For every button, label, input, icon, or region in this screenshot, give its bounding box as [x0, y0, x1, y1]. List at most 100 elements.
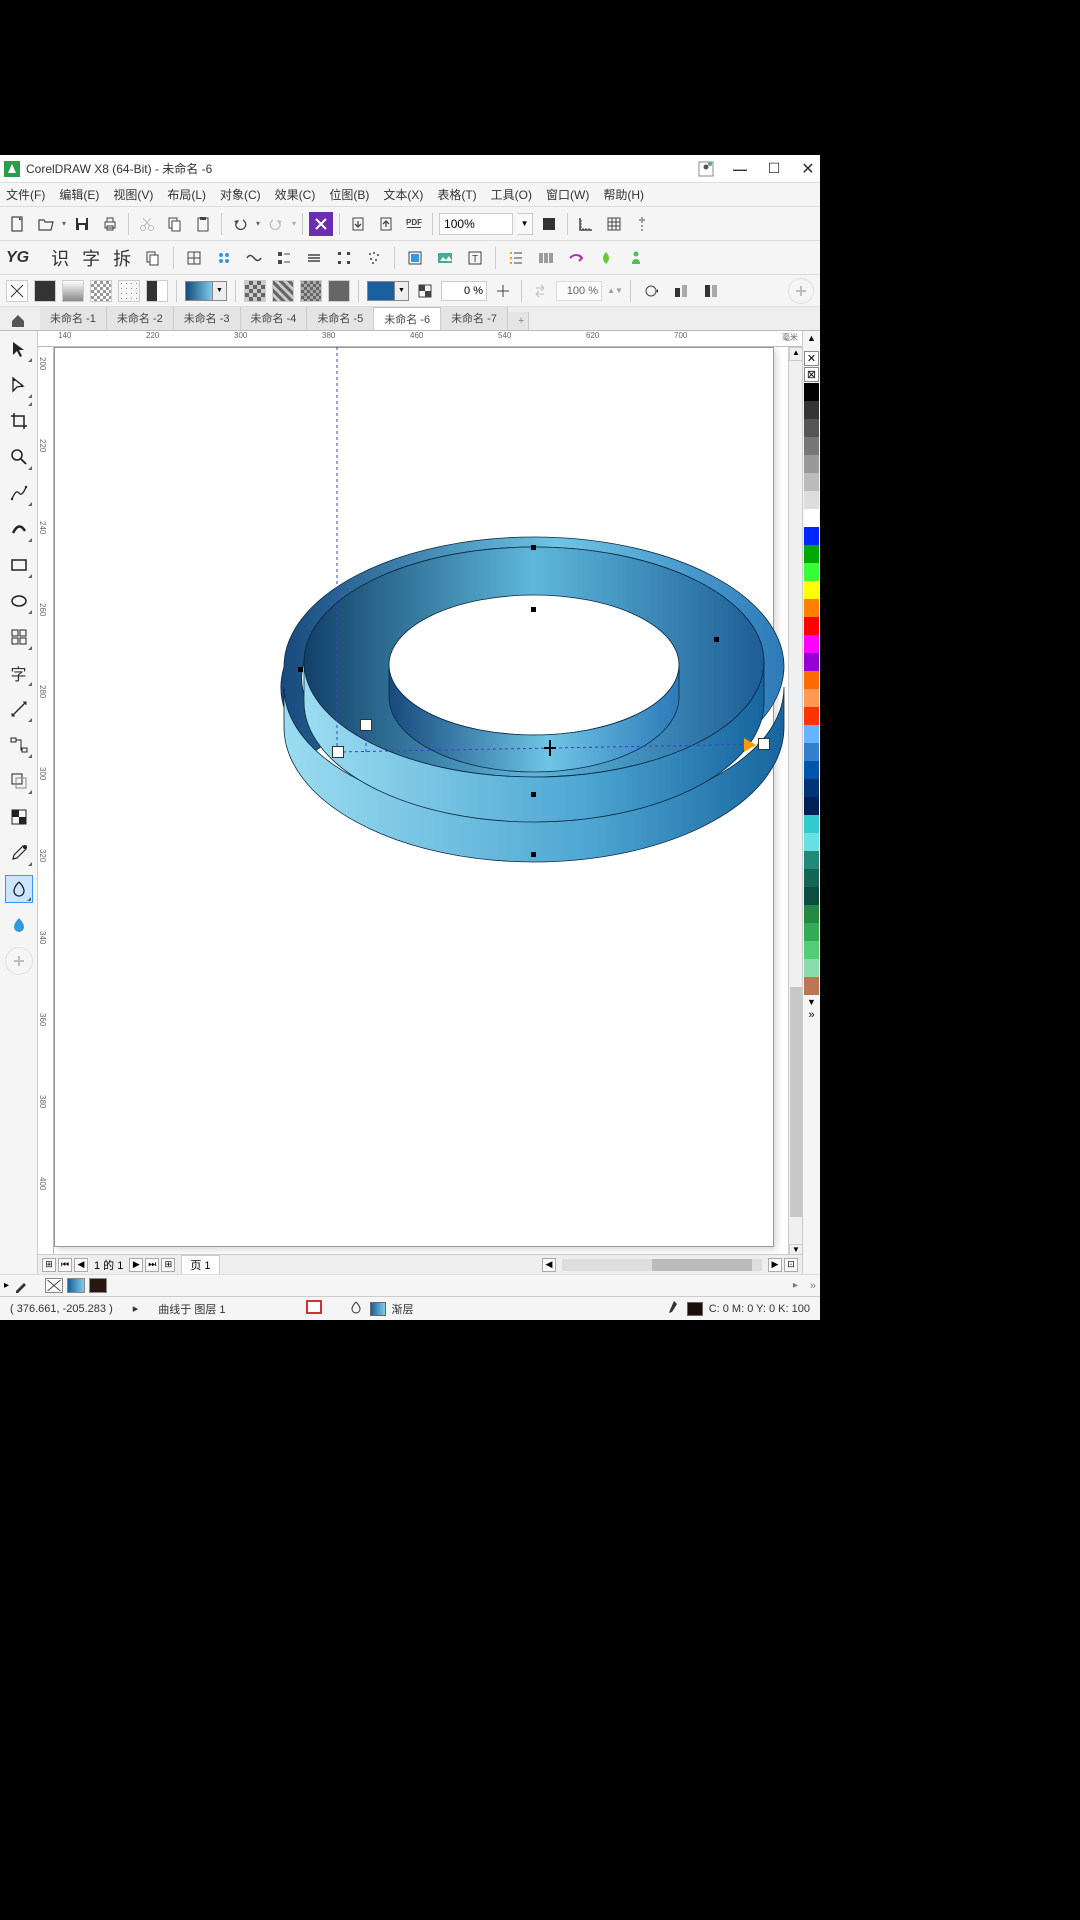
save-icon[interactable] [70, 212, 94, 236]
swatch-21[interactable] [804, 761, 819, 779]
swatch-0[interactable] [804, 383, 819, 401]
home-tab-icon[interactable] [8, 312, 28, 330]
vertical-scrollbar[interactable]: ▲ ▼ [788, 347, 802, 1258]
polygon-tool-icon[interactable] [5, 623, 33, 651]
page-add-after-icon[interactable]: ⊞ [161, 1258, 175, 1272]
smart-fill-tool-icon[interactable] [5, 911, 33, 939]
transparency-value[interactable]: 0 % [441, 281, 487, 301]
add-preset-icon[interactable] [788, 278, 814, 304]
swatch-10[interactable] [804, 563, 819, 581]
hscroll-right-icon[interactable]: ▶ [768, 1258, 782, 1272]
zoom-level-input[interactable]: 100% [439, 213, 513, 235]
undo-icon[interactable] [228, 212, 252, 236]
text-tool-icon[interactable]: 字 [5, 659, 33, 687]
menu-0[interactable]: 文件(F) [6, 186, 45, 203]
artistic-media-tool-icon[interactable] [5, 515, 33, 543]
plugin-arrow-icon[interactable] [564, 246, 588, 270]
row-more-icon[interactable]: » [810, 1280, 816, 1292]
plugin-leaf-icon[interactable] [594, 246, 618, 270]
redo-icon[interactable] [264, 212, 288, 236]
swatch-28[interactable] [804, 887, 819, 905]
doc-tab-1[interactable]: 未命名 -2 [107, 307, 174, 330]
postscript-fill-icon[interactable] [146, 280, 168, 302]
swatch-20[interactable] [804, 743, 819, 761]
edit-fill-pen-icon[interactable] [13, 1274, 29, 1298]
ruler-vertical[interactable]: 200220240260280300320340360380400 [38, 347, 54, 1274]
fill-bucket-icon[interactable] [348, 1300, 364, 1317]
palette-flyout-icon[interactable]: » [808, 1009, 814, 1021]
new-tab-button[interactable]: + [508, 312, 529, 330]
reverse-icon[interactable] [530, 279, 550, 303]
fountain-type1-icon[interactable] [244, 280, 266, 302]
fountain-type4-icon[interactable] [328, 280, 350, 302]
swatch-3[interactable] [804, 437, 819, 455]
maximize-icon[interactable]: ☐ [766, 161, 782, 177]
swatch-12[interactable] [804, 599, 819, 617]
swatch-15[interactable] [804, 653, 819, 671]
grid-icon[interactable] [602, 212, 626, 236]
swatch-5[interactable] [804, 473, 819, 491]
page-last-icon[interactable]: ⏭ [145, 1258, 159, 1272]
page-next-icon[interactable]: ▶ [129, 1258, 143, 1272]
swatch-22[interactable] [804, 779, 819, 797]
outline-indicator[interactable] [89, 1278, 107, 1293]
rectangle-tool-icon[interactable] [5, 551, 33, 579]
navigator-popup-icon[interactable]: ⊡ [784, 1258, 798, 1272]
swatch-18[interactable] [804, 707, 819, 725]
eyedropper-tool-icon[interactable] [5, 839, 33, 867]
row-arrow-icon[interactable]: ▸ [4, 1280, 9, 1291]
swatch-14[interactable] [804, 635, 819, 653]
zoom-dropdown-icon[interactable]: ▼ [517, 213, 533, 235]
hscroll-left-icon[interactable]: ◀ [542, 1258, 556, 1272]
swatch-32[interactable] [804, 959, 819, 977]
plugin-page-icon[interactable] [403, 246, 427, 270]
plugin-text-icon[interactable]: T [463, 246, 487, 270]
plugin-spray-icon[interactable] [362, 246, 386, 270]
page-tab[interactable]: 页 1 [181, 1255, 219, 1275]
publish-pdf-icon[interactable]: PDF [402, 212, 426, 236]
swatch-11[interactable] [804, 581, 819, 599]
new-icon[interactable] [6, 212, 30, 236]
menu-4[interactable]: 对象(C) [220, 186, 261, 203]
gradient-mid-handle[interactable] [360, 719, 372, 731]
menu-6[interactable]: 位图(B) [329, 186, 369, 203]
pick-tool-icon[interactable] [5, 335, 33, 363]
copy-icon[interactable] [163, 212, 187, 236]
swatch-16[interactable] [804, 671, 819, 689]
menu-1[interactable]: 编辑(E) [59, 186, 99, 203]
plugin-wave-icon[interactable] [242, 246, 266, 270]
print-icon[interactable] [98, 212, 122, 236]
horizontal-scrollbar[interactable] [562, 1259, 762, 1271]
swatch-30[interactable] [804, 923, 819, 941]
plugin-pattern-icon[interactable] [212, 246, 236, 270]
palette-scroll-down-icon[interactable]: ▼ [807, 997, 816, 1007]
swatch-7[interactable] [804, 509, 819, 527]
swatch-4[interactable] [804, 455, 819, 473]
node-position-icon[interactable] [493, 279, 513, 303]
uniform-fill-icon[interactable] [34, 280, 56, 302]
row-next-icon[interactable]: ▸ [793, 1280, 798, 1291]
gradient-end-handle[interactable] [758, 738, 770, 750]
swatch-8[interactable] [804, 527, 819, 545]
doc-tab-4[interactable]: 未命名 -5 [307, 307, 374, 330]
doc-tab-2[interactable]: 未命名 -3 [174, 307, 241, 330]
menu-3[interactable]: 布局(L) [167, 186, 206, 203]
connector-tool-icon[interactable] [5, 731, 33, 759]
transparency-icon[interactable] [415, 279, 435, 303]
guidelines-icon[interactable] [630, 212, 654, 236]
cut-icon[interactable] [135, 212, 159, 236]
parallel-dimension-tool-icon[interactable] [5, 695, 33, 723]
smooth-icon[interactable] [699, 279, 723, 303]
plugin-distribute-icon[interactable] [332, 246, 356, 270]
plugin-person-icon[interactable] [624, 246, 648, 270]
page-first-icon[interactable]: ⏮ [58, 1258, 72, 1272]
swatch-27[interactable] [804, 869, 819, 887]
node-color-picker[interactable]: ▼ [367, 281, 409, 301]
swatch-19[interactable] [804, 725, 819, 743]
page-add-before-icon[interactable]: ⊞ [42, 1258, 56, 1272]
fill-gradient-indicator[interactable] [67, 1278, 85, 1293]
menu-7[interactable]: 文本(X) [383, 186, 423, 203]
drawing-canvas[interactable] [54, 347, 788, 1258]
drop-shadow-tool-icon[interactable] [5, 767, 33, 795]
swatch-23[interactable] [804, 797, 819, 815]
